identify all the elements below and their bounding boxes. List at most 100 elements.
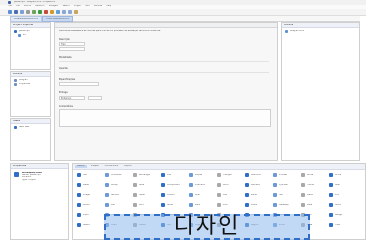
new-icon[interactable] [8,10,12,14]
palette-item[interactable]: Tab [273,193,283,197]
palette-item-label: Grid [139,203,144,206]
outline-item[interactable]: Properties [19,83,30,85]
palette-item-label: Frame [307,183,314,186]
task-item[interactable]: New Task [19,126,29,128]
palette-item[interactable]: Text [77,173,87,177]
palette-tab[interactable]: Palette [75,165,87,168]
palette-item[interactable]: Cylinder [273,183,288,187]
palette-item[interactable]: Badge [329,213,342,217]
descricao-input-2[interactable] [59,46,85,51]
palette-tab[interactable]: Shapes [89,165,101,167]
search-icon[interactable] [50,10,54,14]
palette-item[interactable]: Frame [301,183,314,187]
palette-item[interactable]: Data [301,203,312,207]
menu-navigate[interactable]: Navigate [49,5,59,7]
palette-item[interactable]: Component [161,183,180,187]
menu-run[interactable]: Run [85,5,89,7]
palette-item[interactable]: Label [77,183,89,187]
menu-edit[interactable]: Edit [16,5,20,7]
field-label: Comentários [59,104,73,108]
palette-item[interactable]: Process [273,173,287,177]
menu-search[interactable]: Search [62,5,70,7]
palette-item[interactable]: End [329,193,339,197]
outline-item[interactable]: Diagram [19,79,28,81]
palette-item[interactable]: Group [105,183,118,187]
palette-item[interactable]: Circle [329,173,341,177]
palette-item[interactable]: Table [133,193,145,197]
run-icon[interactable] [38,10,42,14]
palette-item[interactable]: Column [161,193,175,197]
outline-entry[interactable]: Diagram.xml [290,30,304,32]
menu-project[interactable]: Project [74,5,81,7]
palette-item[interactable]: Panel [245,193,257,197]
palette-item-label: Badge [335,213,342,216]
palette-item[interactable]: Start [329,183,340,187]
palette-tab[interactable]: Layout [122,165,133,167]
palette-item[interactable]: Triangle [217,173,232,177]
menu-help[interactable]: Help [106,5,111,7]
menu-source[interactable]: Source [24,5,32,7]
palette-item[interactable]: Row [189,193,200,197]
palette-item-label: List [111,203,115,206]
pin-icon[interactable] [74,10,78,14]
palette-item[interactable]: Interface [189,183,205,187]
palette-item[interactable]: Container [105,173,122,177]
refresh-icon[interactable] [56,10,60,14]
palette-tab[interactable]: Connections [103,165,121,167]
palette-item-label: Flow [335,223,340,226]
shape-icon [329,213,333,217]
tree-item[interactable]: javascript [19,30,30,32]
palette-item-label: Component [167,183,180,186]
palette-item-label: Note [139,183,145,186]
especificacoes-input[interactable] [59,82,99,87]
palette-item[interactable]: Cell [217,193,227,197]
palette-item[interactable]: Flow [329,223,340,227]
entrega-input-2[interactable] [88,95,102,100]
palette-item[interactable]: Rectangle [133,173,150,177]
forward-icon[interactable] [68,10,72,14]
palette-item[interactable]: Link [161,173,171,177]
palette-item[interactable]: Diamond [245,173,261,177]
palette-item[interactable]: List [105,203,115,207]
palette-item[interactable]: Section [105,193,119,197]
palette-item[interactable]: Store [329,203,341,207]
palette-item[interactable]: Gateway [273,203,289,207]
palette-item[interactable]: Menu [301,193,313,197]
palette-item[interactable]: Lane [189,203,200,207]
palette-item[interactable]: Actor [217,183,229,187]
palette-item[interactable]: Arrow [301,173,313,177]
print-icon[interactable] [26,10,30,14]
tasks-panel: Tasks New Task [10,118,51,161]
menu-file[interactable]: File [8,5,12,7]
palette-item-label: Button [83,203,91,206]
workspace-icon [14,172,19,177]
palette-item-label: Cell [223,193,228,196]
field-label: Modalidade [59,55,72,59]
palette-item[interactable]: Ellipse [189,173,202,177]
menu-window[interactable]: Window [94,5,103,7]
palette-item[interactable]: Event [245,203,257,207]
divider [59,61,269,63]
saveall-icon[interactable] [20,10,24,14]
descricao-input[interactable]: Tipo [59,41,85,46]
palette-item[interactable]: Decision [245,183,260,187]
tree-item[interactable]: src [23,34,26,36]
palette-item-label: Text [83,173,88,176]
palette-item[interactable]: Pool [217,203,228,207]
shape-icon [105,183,109,187]
stop-icon[interactable] [44,10,48,14]
comentarios-textarea[interactable] [59,108,271,127]
palette-item[interactable]: Image [77,193,90,197]
palette-item[interactable]: Grid [133,203,144,207]
palette-item[interactable]: Note [133,183,144,187]
palette-item[interactable]: Node [161,203,173,207]
back-icon[interactable] [62,10,66,14]
entrega-input[interactable]: Endereço [59,95,85,100]
palette-item[interactable]: Input [77,213,89,217]
palette-item[interactable]: Button [77,203,90,207]
save-icon[interactable] [14,10,18,14]
menu-refactor[interactable]: Refactor [35,5,44,7]
shape-icon [77,173,81,177]
palette-item[interactable]: Select [77,223,90,227]
debug-icon[interactable] [32,10,36,14]
